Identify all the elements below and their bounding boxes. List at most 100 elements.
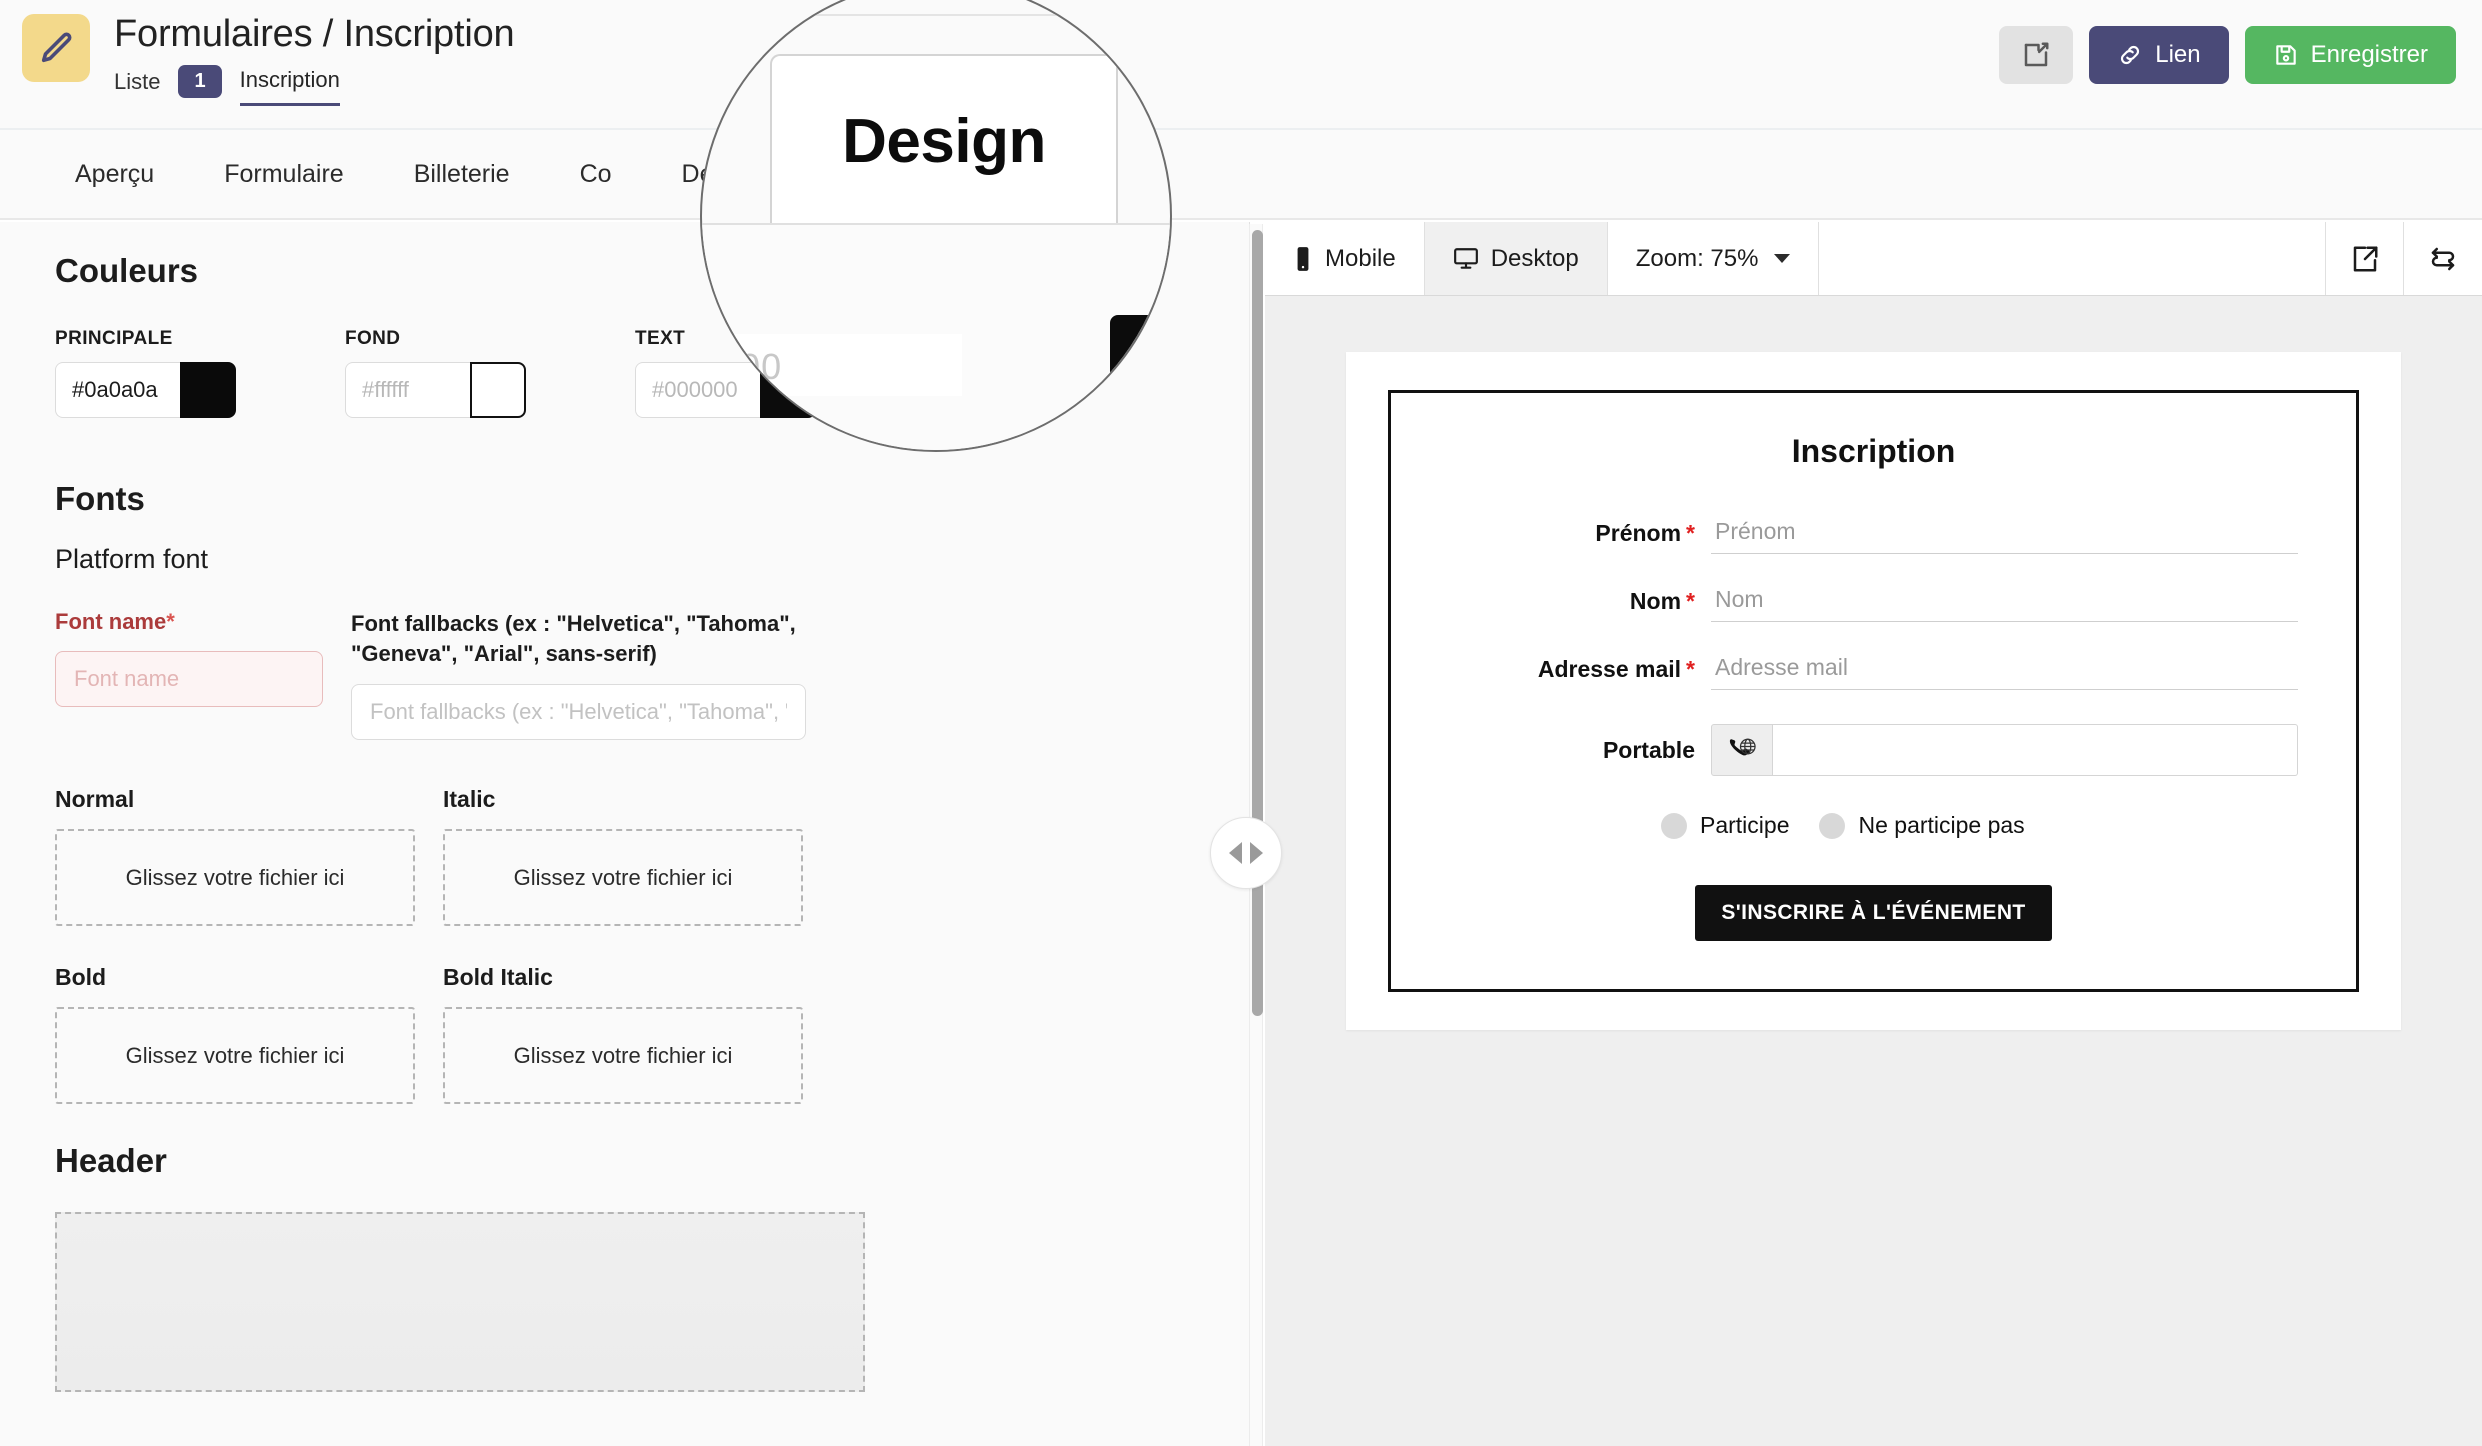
form-label-adresse-mail-text: Adresse mail bbox=[1538, 656, 1681, 682]
edit-square-icon-button[interactable] bbox=[1999, 26, 2073, 84]
dropzone-label-normal: Normal bbox=[55, 786, 415, 813]
preview-open-external-button[interactable] bbox=[2326, 222, 2404, 295]
form-input-adresse-mail[interactable] bbox=[1711, 648, 2298, 690]
submit-button[interactable]: S'INSCRIRE À L'ÉVÉNEMENT bbox=[1695, 885, 2051, 941]
form-field-adresse-mail: Adresse mail* bbox=[1449, 648, 2298, 690]
page-title: Formulaires / Inscription bbox=[114, 14, 514, 55]
preview-page: Inscription Prénom* Nom* bbox=[1346, 352, 2401, 1030]
magnified-tab-design[interactable]: Design bbox=[770, 54, 1118, 226]
dropzone-group-bold: Bold Glissez votre fichier ici bbox=[55, 964, 415, 1104]
editor-scrollbar-thumb[interactable] bbox=[1252, 230, 1263, 1016]
color-input-principale[interactable] bbox=[55, 362, 180, 418]
tab-billeterie[interactable]: Billeterie bbox=[379, 129, 545, 219]
color-swatch-principale[interactable] bbox=[180, 362, 236, 418]
magnified-tab-design-label: Design bbox=[842, 106, 1046, 177]
fonts-heading: Fonts bbox=[55, 480, 1194, 518]
platform-font-label: Platform font bbox=[55, 544, 1194, 575]
main-tab-bar: Aperçu Formulaire Billeterie Co Design T… bbox=[0, 130, 2482, 220]
radio-label-ne-participe-pas: Ne participe pas bbox=[1858, 812, 2024, 839]
header-actions: Lien Enregistrer bbox=[1999, 26, 2456, 84]
desktop-monitor-icon bbox=[1453, 247, 1479, 271]
dropzone-bold-italic[interactable]: Glissez votre fichier ici bbox=[443, 1007, 803, 1104]
pane-splitter-handle[interactable] bbox=[1210, 817, 1282, 889]
submit-row: S'INSCRIRE À L'ÉVÉNEMENT bbox=[1449, 885, 2298, 941]
edit-square-icon bbox=[2021, 40, 2051, 70]
dropzone-label-italic: Italic bbox=[443, 786, 803, 813]
preview-toolbar: Mobile Desktop Zoom: 75% bbox=[1265, 222, 2482, 296]
pencil-icon bbox=[22, 14, 90, 82]
tab-contenu[interactable]: Co bbox=[545, 129, 647, 219]
subtab-inscription[interactable]: Inscription bbox=[240, 63, 340, 106]
save-button[interactable]: Enregistrer bbox=[2245, 26, 2456, 84]
color-label-fond: FOND bbox=[345, 328, 635, 350]
font-name-label: Font name* bbox=[55, 609, 323, 635]
dropzone-italic[interactable]: Glissez votre fichier ici bbox=[443, 829, 803, 926]
dropzone-row-2: Bold Glissez votre fichier ici Bold Ital… bbox=[55, 964, 1194, 1104]
color-swatch-fond[interactable] bbox=[470, 362, 526, 418]
radio-participe[interactable]: Participe bbox=[1661, 812, 1789, 839]
preview-pane: Mobile Desktop Zoom: 75% bbox=[1265, 222, 2482, 1446]
dropzone-bold[interactable]: Glissez votre fichier ici bbox=[55, 1007, 415, 1104]
preview-refresh-button[interactable] bbox=[2404, 222, 2482, 295]
form-label-nom: Nom* bbox=[1449, 588, 1711, 615]
tab-formulaire[interactable]: Formulaire bbox=[189, 129, 378, 219]
preview-mode-mobile-label: Mobile bbox=[1325, 245, 1396, 273]
required-asterisk: * bbox=[166, 609, 175, 634]
chain-link-icon bbox=[2117, 42, 2143, 68]
form-field-prenom: Prénom* bbox=[1449, 512, 2298, 554]
mobile-phone-icon bbox=[1293, 246, 1313, 272]
open-external-icon bbox=[2350, 244, 2380, 274]
preview-mode-desktop[interactable]: Desktop bbox=[1425, 222, 1608, 295]
dropzone-group-italic: Italic Glissez votre fichier ici bbox=[443, 786, 803, 926]
phone-globe-icon[interactable] bbox=[1711, 724, 1773, 776]
color-label-principale: PRINCIPALE bbox=[55, 328, 345, 350]
font-name-label-text: Font name bbox=[55, 609, 166, 634]
sub-tab-group: Liste 1 Inscription bbox=[114, 63, 514, 106]
radio-dot-participe bbox=[1661, 813, 1687, 839]
required-asterisk-prenom: * bbox=[1686, 520, 1695, 546]
color-field-principale: PRINCIPALE bbox=[55, 328, 345, 418]
form-input-prenom[interactable] bbox=[1711, 512, 2298, 554]
participation-radio-group: Participe Ne participe pas bbox=[1661, 812, 2298, 839]
form-input-nom[interactable] bbox=[1711, 580, 2298, 622]
magnifier-overlay: Design 0000 bbox=[700, 0, 1172, 452]
font-fallbacks-label: Font fallbacks (ex : "Helvetica", "Tahom… bbox=[351, 609, 806, 668]
form-label-prenom: Prénom* bbox=[1449, 520, 1711, 547]
magnifier-content: Design 0000 bbox=[702, 0, 1170, 450]
refresh-icon bbox=[2428, 244, 2458, 274]
required-asterisk-nom: * bbox=[1686, 588, 1695, 614]
header-image-dropzone[interactable] bbox=[55, 1212, 865, 1392]
dropzone-label-bold-italic: Bold Italic bbox=[443, 964, 803, 991]
font-fallbacks-group: Font fallbacks (ex : "Helvetica", "Tahom… bbox=[351, 609, 806, 740]
form-field-portable: Portable bbox=[1449, 724, 2298, 776]
title-block: Formulaires / Inscription Liste 1 Inscri… bbox=[0, 0, 514, 106]
radio-ne-participe-pas[interactable]: Ne participe pas bbox=[1819, 812, 2024, 839]
subtab-liste[interactable]: Liste bbox=[114, 65, 160, 105]
dropzone-normal[interactable]: Glissez votre fichier ici bbox=[55, 829, 415, 926]
dropzone-group-bold-italic: Bold Italic Glissez votre fichier ici bbox=[443, 964, 803, 1104]
required-asterisk-adresse-mail: * bbox=[1686, 656, 1695, 682]
form-title: Inscription bbox=[1449, 433, 2298, 470]
preview-zoom-select[interactable]: Zoom: 75% bbox=[1608, 222, 1820, 295]
font-name-input[interactable] bbox=[55, 651, 323, 707]
magnifier-divider-top bbox=[702, 14, 1170, 16]
chevron-right-icon bbox=[1250, 842, 1263, 864]
phone-globe-glyph bbox=[1727, 737, 1757, 763]
floppy-disk-icon bbox=[2273, 42, 2299, 68]
tab-apercu[interactable]: Aperçu bbox=[40, 129, 189, 219]
link-button[interactable]: Lien bbox=[2089, 26, 2228, 84]
preview-mode-mobile[interactable]: Mobile bbox=[1265, 222, 1425, 295]
form-field-nom: Nom* bbox=[1449, 580, 2298, 622]
app-root: Formulaires / Inscription Liste 1 Inscri… bbox=[0, 0, 2482, 1446]
chevron-down-icon bbox=[1774, 254, 1790, 263]
font-fallbacks-input[interactable] bbox=[351, 684, 806, 740]
dropzone-group-normal: Normal Glissez votre fichier ici bbox=[55, 786, 415, 926]
form-label-prenom-text: Prénom bbox=[1595, 520, 1681, 546]
radio-label-participe: Participe bbox=[1700, 812, 1789, 839]
link-button-label: Lien bbox=[2155, 41, 2200, 69]
form-input-portable[interactable] bbox=[1773, 724, 2298, 776]
font-file-dropzones: Normal Glissez votre fichier ici Italic … bbox=[55, 786, 1194, 1104]
registration-form: Inscription Prénom* Nom* bbox=[1388, 390, 2359, 992]
font-name-group: Font name* bbox=[55, 609, 323, 740]
color-input-fond[interactable] bbox=[345, 362, 470, 418]
